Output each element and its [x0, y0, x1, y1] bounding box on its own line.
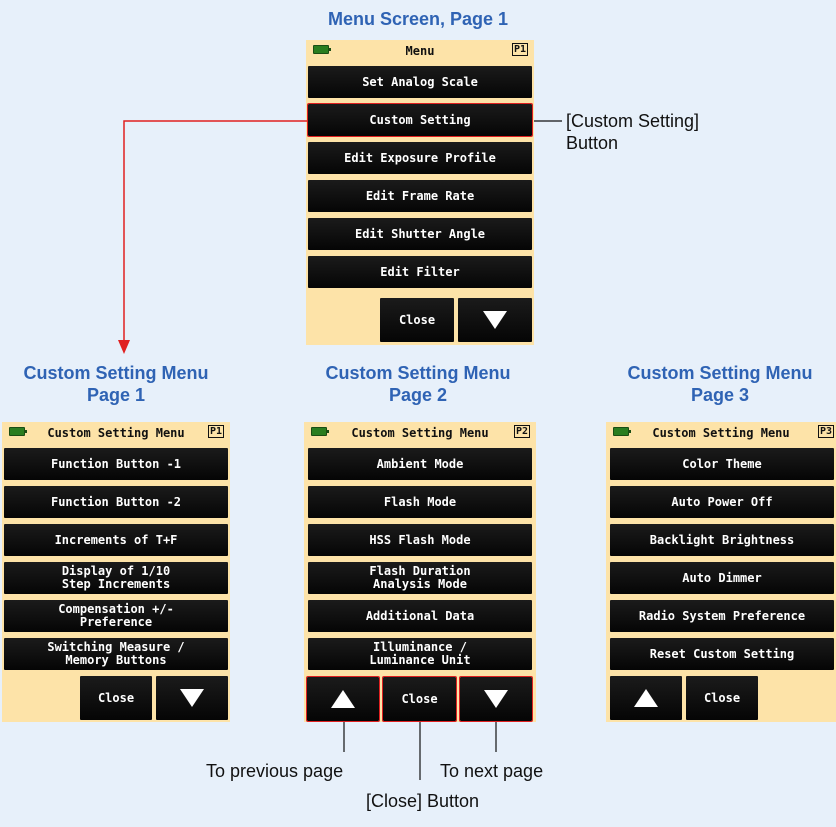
arrowhead-down-icon — [118, 340, 130, 354]
to-next-page-callout: To next page — [440, 761, 544, 781]
callout-line: Button — [566, 133, 619, 153]
to-previous-page-callout: To previous page — [206, 761, 344, 781]
custom-setting-button-callout: [Custom Setting] Button — [566, 110, 699, 154]
close-button-callout: [Close] Button — [366, 791, 480, 811]
connector-lines — [118, 120, 562, 780]
custom-setting-arrow-line — [123, 120, 308, 342]
callout-line: [Custom Setting] — [566, 111, 700, 131]
